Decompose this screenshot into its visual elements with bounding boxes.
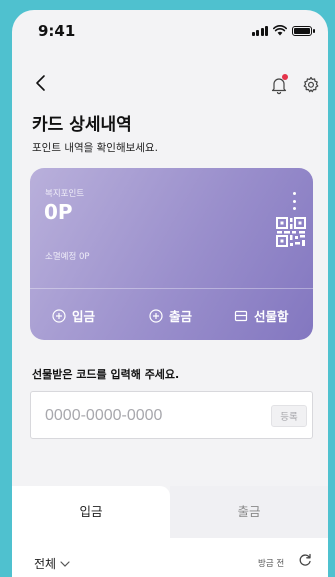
gift-code-field: 등록 xyxy=(30,391,313,439)
status-bar: 9:41 xyxy=(12,10,328,54)
card-expiring-points: 소멸예정 0P xyxy=(45,252,90,262)
gift-box-label: 선물함 xyxy=(254,309,289,324)
deposit-label: 입금 xyxy=(72,309,96,324)
withdraw-button[interactable]: 출금 xyxy=(149,306,192,325)
status-icons xyxy=(251,25,315,36)
plus-circle-icon xyxy=(52,308,66,323)
qr-code-icon[interactable] xyxy=(275,216,307,248)
more-options-icon[interactable] xyxy=(293,192,297,210)
gift-box-button[interactable]: 선물함 xyxy=(234,306,289,325)
filter-dropdown[interactable]: 전체 xyxy=(34,555,70,572)
page-subtitle: 포인트 내역을 확인해보세요. xyxy=(32,142,158,154)
last-updated-label: 방금 전 xyxy=(258,559,285,569)
signal-icon xyxy=(251,25,268,36)
register-button[interactable]: 등록 xyxy=(271,405,307,427)
battery-icon xyxy=(292,25,315,36)
withdraw-label: 출금 xyxy=(169,309,193,324)
phone-screen: 9:41 카드 상세내역 포인트 내역을 확인해보세요. 복지포인트 0P 소멸… xyxy=(12,10,328,577)
page-title: 카드 상세내역 xyxy=(32,115,132,135)
filter-bar: 전체 방금 전 xyxy=(12,538,328,577)
status-time: 9:41 xyxy=(38,22,76,40)
gear-icon[interactable] xyxy=(301,75,321,95)
card-label: 복지포인트 xyxy=(45,189,85,199)
tab-withdraw[interactable]: 출금 xyxy=(170,486,328,538)
wifi-icon xyxy=(273,25,287,36)
gift-code-input[interactable] xyxy=(45,404,245,428)
notification-dot xyxy=(282,74,288,80)
card-points: 0P xyxy=(44,200,73,224)
welfare-point-card: 복지포인트 0P 소멸예정 0P 입금 출금 선물함 xyxy=(30,168,313,340)
deposit-button[interactable]: 입금 xyxy=(52,306,95,325)
card-actions: 입금 출금 선물함 xyxy=(30,288,313,340)
tab-deposit[interactable]: 입금 xyxy=(12,486,170,538)
chevron-down-icon xyxy=(60,560,70,567)
gift-box-icon xyxy=(234,310,248,321)
plus-circle-icon xyxy=(149,308,163,323)
history-tabs: 입금 출금 xyxy=(12,486,328,538)
back-arrow-icon[interactable] xyxy=(32,74,50,92)
filter-selected: 전체 xyxy=(34,557,57,571)
gift-code-label: 선물받은 코드를 입력해 주세요. xyxy=(32,368,180,381)
refresh-icon[interactable] xyxy=(298,553,312,567)
